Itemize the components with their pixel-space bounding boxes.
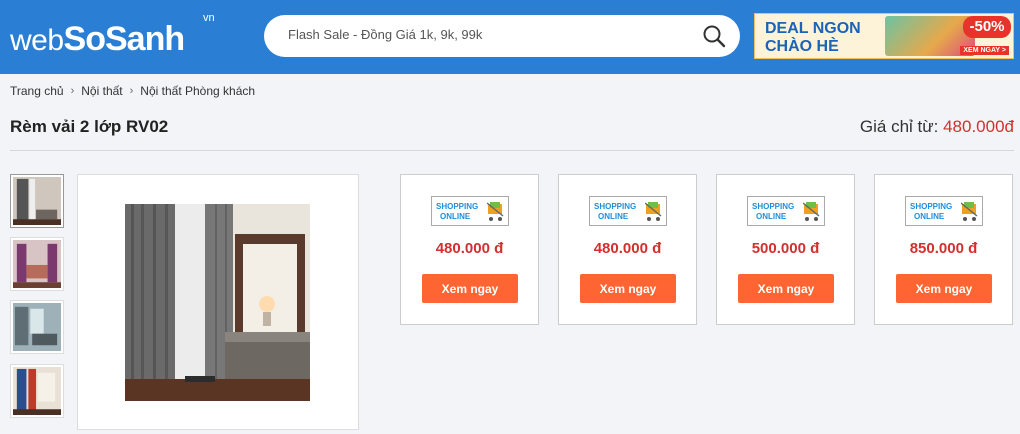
- shopping-cart-icon: [487, 202, 504, 221]
- thumbnail-image: [13, 177, 61, 225]
- offer-card: SHOPPING ONLINE 480.000 đ Xem ngay: [558, 174, 697, 325]
- price-summary: Giá chỉ từ: 480.000đ: [860, 117, 1014, 137]
- shop-logo-text: SHOPPING: [594, 202, 637, 211]
- shop-logo-text: ONLINE: [914, 212, 945, 221]
- shopping-cart-icon: [645, 202, 662, 221]
- shop-logo-text: ONLINE: [598, 212, 629, 221]
- offer-card: SHOPPING ONLINE 850.000 đ Xem ngay: [874, 174, 1013, 325]
- shop-logo-text: SHOPPING: [910, 202, 953, 211]
- price-prefix: Giá chỉ từ:: [859, 117, 939, 136]
- promo-banner[interactable]: DEAL NGON CHÀO HÈ -50% XEM NGAY >: [754, 13, 1014, 59]
- thumbnail-2[interactable]: [10, 237, 64, 291]
- shop-logo[interactable]: SHOPPING ONLINE: [431, 196, 509, 226]
- logo-text-brand: SoSanh: [63, 20, 186, 58]
- lowest-price: 480.000đ: [943, 117, 1014, 136]
- shop-logo-text: SHOPPING: [752, 202, 795, 211]
- offer-card: SHOPPING ONLINE 500.000 đ Xem ngay: [716, 174, 855, 325]
- offer-price: 480.000 đ: [593, 240, 662, 257]
- site-header: web SoSanh vn DEAL NGON CHÀO HÈ -50% XEM…: [0, 0, 1020, 74]
- shop-logo-text: ONLINE: [756, 212, 787, 221]
- view-now-button[interactable]: Xem ngay: [580, 274, 676, 303]
- banner-discount-badge: -50%: [963, 16, 1011, 38]
- view-now-button[interactable]: Xem ngay: [422, 274, 518, 303]
- chevron-right-icon: ›: [70, 85, 75, 97]
- shopping-cart-icon: [803, 202, 820, 221]
- offer-price: 480.000 đ: [435, 240, 504, 257]
- logo-text-web: web: [10, 24, 64, 57]
- shop-logo[interactable]: SHOPPING ONLINE: [589, 196, 667, 226]
- thumbnail-image: [13, 240, 61, 288]
- shop-logo[interactable]: SHOPPING ONLINE: [747, 196, 825, 226]
- breadcrumb-furniture[interactable]: Nội thất: [81, 84, 122, 98]
- logo-tld: vn: [203, 12, 215, 24]
- offer-price: 850.000 đ: [909, 240, 978, 257]
- main-product-image[interactable]: [125, 204, 310, 401]
- search-input[interactable]: [288, 27, 688, 42]
- view-now-button[interactable]: Xem ngay: [896, 274, 992, 303]
- shop-logo-text: SHOPPING: [436, 202, 479, 211]
- offer-card: SHOPPING ONLINE 480.000 đ Xem ngay: [400, 174, 539, 325]
- product-title: Rèm vải 2 lớp RV02: [10, 117, 169, 136]
- thumbnail-image: [13, 303, 61, 351]
- main-product-image-frame: [77, 174, 359, 430]
- offer-price: 500.000 đ: [751, 240, 820, 257]
- shopping-cart-icon: [961, 202, 978, 221]
- view-now-button[interactable]: Xem ngay: [738, 274, 834, 303]
- breadcrumb-home[interactable]: Trang chủ: [10, 84, 64, 98]
- breadcrumb-living-room[interactable]: Nội thất Phòng khách: [140, 84, 255, 98]
- thumbnail-1[interactable]: [10, 174, 64, 228]
- site-logo[interactable]: web SoSanh vn: [10, 12, 215, 58]
- breadcrumb: Trang chủ › Nội thất › Nội thất Phòng kh…: [10, 84, 255, 98]
- banner-cta: XEM NGAY >: [960, 46, 1009, 55]
- thumbnail-4[interactable]: [10, 364, 64, 418]
- thumbnail-image: [13, 367, 61, 415]
- banner-line-1: DEAL NGON: [765, 20, 861, 37]
- shop-logo-text: ONLINE: [440, 212, 471, 221]
- divider: [10, 150, 1014, 151]
- banner-line-2: CHÀO HÈ: [765, 38, 839, 55]
- search-icon[interactable]: [702, 24, 726, 48]
- thumbnail-3[interactable]: [10, 300, 64, 354]
- chevron-right-icon: ›: [129, 85, 134, 97]
- search-bar: [264, 15, 740, 57]
- shop-logo[interactable]: SHOPPING ONLINE: [905, 196, 983, 226]
